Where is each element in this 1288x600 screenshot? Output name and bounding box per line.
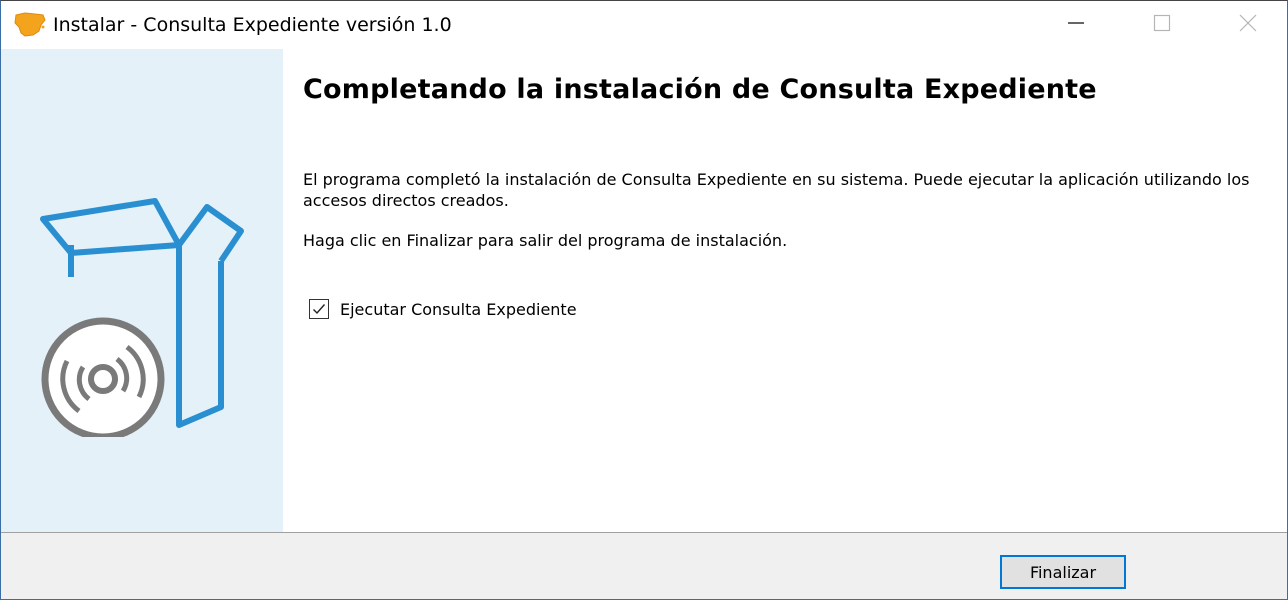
- wizard-footer: Finalizar: [1, 533, 1287, 599]
- installer-window: Instalar - Consulta Expediente versión 1…: [0, 0, 1288, 600]
- finish-button[interactable]: Finalizar: [1000, 555, 1126, 589]
- page-title: Completando la instalación de Consulta E…: [303, 74, 1097, 105]
- install-box-disc-icon: [37, 197, 249, 441]
- completion-message: El programa completó la instalación de C…: [303, 170, 1250, 210]
- finish-instruction: Haga clic en Finalizar para salir del pr…: [303, 231, 788, 250]
- checkmark-icon: [313, 304, 326, 315]
- window-title: Instalar - Consulta Expediente versión 1…: [53, 14, 452, 36]
- run-app-checkbox-label[interactable]: Ejecutar Consulta Expediente: [340, 300, 577, 319]
- run-app-option[interactable]: Ejecutar Consulta Expediente: [309, 299, 577, 319]
- wizard-content: Completando la instalación de Consulta E…: [283, 49, 1287, 532]
- title-bar[interactable]: Instalar - Consulta Expediente versión 1…: [1, 1, 1287, 49]
- minimize-icon: [1067, 14, 1085, 36]
- maximize-button[interactable]: [1119, 1, 1205, 49]
- wizard-side-panel: [1, 49, 283, 532]
- finish-button-label: Finalizar: [1029, 562, 1097, 582]
- minimize-button[interactable]: [1033, 1, 1119, 49]
- close-icon: [1239, 14, 1257, 36]
- spain-map-icon: [13, 11, 47, 39]
- run-app-checkbox[interactable]: [309, 299, 329, 319]
- maximize-icon: [1153, 14, 1171, 36]
- close-button[interactable]: [1205, 1, 1288, 49]
